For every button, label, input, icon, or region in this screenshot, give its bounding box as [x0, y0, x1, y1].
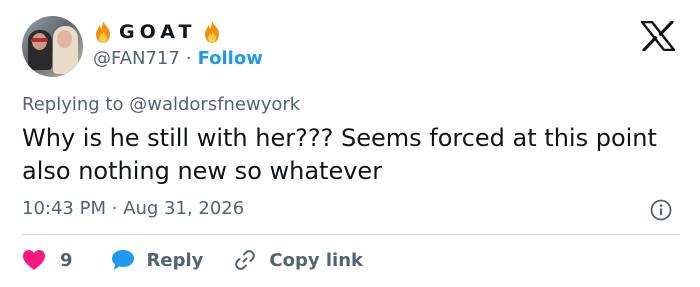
- copy-link-button[interactable]: Copy link: [233, 248, 363, 272]
- follow-button[interactable]: Follow: [198, 48, 263, 69]
- action-bar: 9 Reply Copy link: [22, 246, 363, 274]
- reply-button[interactable]: Reply: [111, 249, 204, 271]
- author-handle[interactable]: @FAN717: [93, 48, 180, 69]
- avatar-face-right: [57, 30, 72, 48]
- like-count: 9: [60, 249, 73, 271]
- speech-bubble-icon: [111, 250, 134, 270]
- x-logo-icon[interactable]: [640, 21, 676, 51]
- tweet-card: GOAT @FAN717 · Follow Replying to @waldo…: [0, 0, 700, 287]
- handle-row: @FAN717 · Follow: [93, 48, 263, 69]
- timestamp-separator: ·: [111, 198, 118, 219]
- fire-emoji-icon: [205, 21, 220, 43]
- info-icon[interactable]: [650, 199, 672, 221]
- heart-icon: [23, 250, 45, 270]
- fire-emoji-icon: [96, 21, 110, 43]
- divider: [22, 234, 680, 235]
- tweet-text: Why is he still with her??? Seems forced…: [22, 124, 657, 185]
- author-name-row[interactable]: GOAT: [93, 19, 222, 45]
- tweet-date: Aug 31, 2026: [123, 198, 245, 219]
- avatar[interactable]: [22, 16, 83, 77]
- display-name[interactable]: GOAT: [119, 21, 196, 43]
- tweet-time: 10:43 PM: [22, 198, 106, 219]
- link-icon: [235, 250, 256, 270]
- copy-link-label: Copy link: [269, 249, 363, 271]
- replying-to-mention[interactable]: @waldorsfnewyork: [129, 94, 300, 115]
- avatar-sunglasses: [31, 38, 48, 42]
- like-button[interactable]: 9: [22, 249, 73, 271]
- tweet-timestamp[interactable]: 10:43 PM · Aug 31, 2026: [22, 198, 244, 219]
- replying-to-prefix: Replying to: [22, 94, 124, 115]
- handle-separator: ·: [185, 48, 192, 69]
- replying-to-line: Replying to @waldorsfnewyork: [22, 94, 300, 115]
- reply-label: Reply: [146, 249, 204, 271]
